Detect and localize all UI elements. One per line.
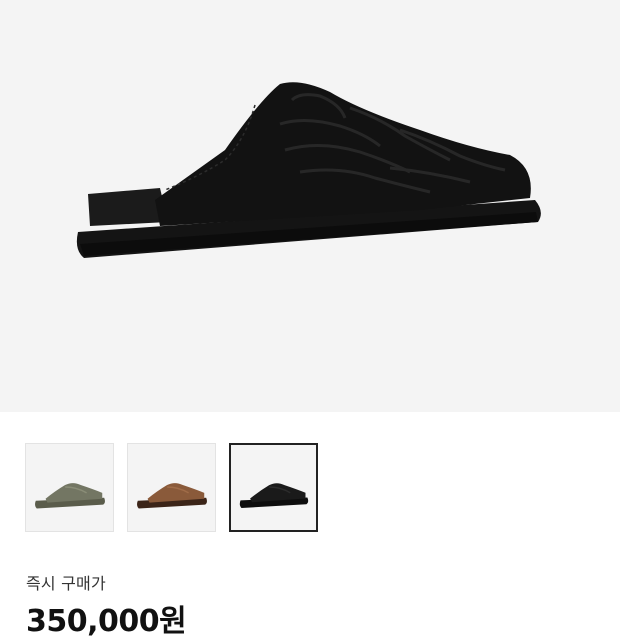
black-slipper-icon — [239, 483, 309, 509]
brown-slipper-icon — [136, 483, 207, 509]
variant-thumbnails — [25, 443, 318, 532]
thumbnail-black[interactable] — [229, 443, 318, 532]
instant-buy-price: 350,000원 — [26, 604, 187, 639]
product-hero-image[interactable] — [0, 0, 620, 412]
instant-buy-price-label: 즉시 구매가 — [26, 574, 106, 593]
slipper-image — [76, 82, 541, 258]
thumbnail-olive[interactable] — [25, 443, 114, 532]
olive-slipper-icon — [34, 483, 105, 509]
thumbnail-brown[interactable] — [127, 443, 216, 532]
